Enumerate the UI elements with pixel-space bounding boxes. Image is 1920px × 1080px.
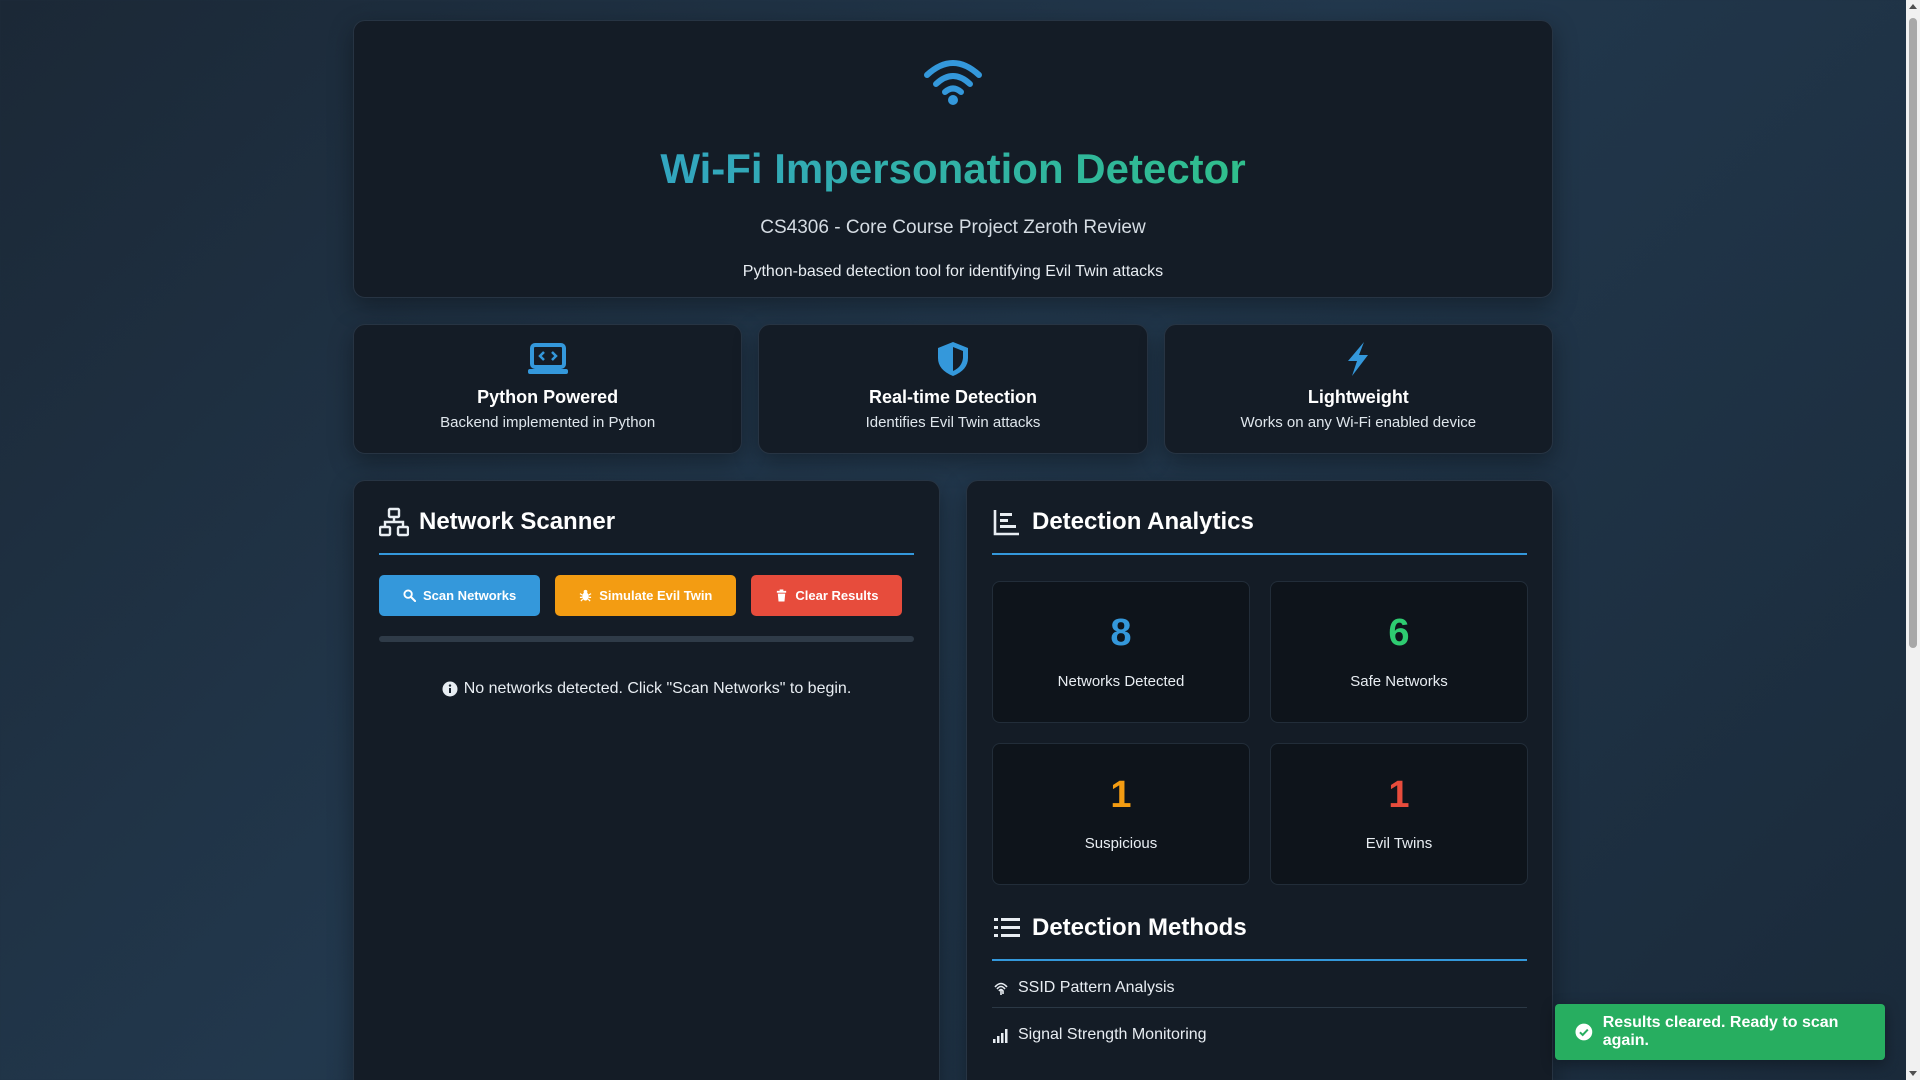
stat-label: Safe Networks [1350,673,1448,690]
bolt-icon [1348,342,1369,376]
empty-state: No networks detected. Click "Scan Networ… [379,680,914,698]
search-icon [403,589,416,602]
wifi-icon [924,60,982,105]
simulate-evil-twin-button[interactable]: Simulate Evil Twin [555,575,737,616]
check-circle-icon [1575,1023,1593,1041]
feature-card-realtime: Real-time Detection Identifies Evil Twin… [758,324,1148,454]
method-label: Signal Strength Monitoring [1018,1026,1207,1043]
page-description: Python-based detection tool for identify… [742,263,1164,280]
stat-label: Networks Detected [1057,673,1185,690]
clear-results-label: Clear Results [795,588,879,603]
methods-header: Detection Methods [992,913,1527,961]
scanner-header: Network Scanner [379,507,914,555]
scan-networks-button[interactable]: Scan Networks [379,575,541,616]
stat-value: 1 [1110,774,1132,816]
stat-value: 8 [1110,612,1132,654]
methods-title: Detection Methods [1032,914,1247,941]
app-container: Wi-Fi Impersonation Detector CS4306 - Co… [353,20,1553,1080]
chart-bar-icon [993,510,1019,536]
detection-analytics-panel: Detection Analytics 8 Networks Detected … [966,480,1553,1080]
stat-value: 1 [1388,774,1410,816]
clear-results-button[interactable]: Clear Results [751,575,903,616]
success-toast[interactable]: Results cleared. Ready to scan again. [1555,1004,1885,1060]
network-scanner-panel: Network Scanner Scan Networks Simulate E… [353,480,940,1080]
trash-icon [777,589,787,602]
feature-title: Lightweight [1307,387,1409,407]
feature-card-lightweight: Lightweight Works on any Wi-Fi enabled d… [1163,324,1553,454]
page-title: Wi-Fi Impersonation Detector [354,145,1552,193]
list-icon [994,918,1020,937]
signal-icon [993,1029,1008,1043]
info-circle-icon [442,681,458,697]
feature-card-python: Python Powered Backend implemented in Py… [353,324,743,454]
stat-safe-networks: 6 Safe Networks [1270,581,1528,723]
scan-networks-label: Scan Networks [423,588,517,603]
page-subtitle: CS4306 - Core Course Project Zeroth Revi… [760,217,1146,238]
stat-label: Evil Twins [1365,835,1433,852]
list-item: SSID Pattern Analysis [992,961,1527,1008]
stat-evil-twins: 1 Evil Twins [1270,743,1528,885]
feature-desc: Works on any Wi-Fi enabled device [1240,414,1477,431]
features-row: Python Powered Backend implemented in Py… [353,324,1553,454]
scanner-title: Network Scanner [419,508,616,535]
stat-label: Suspicious [1084,835,1158,852]
scroll-up-arrow[interactable] [1909,4,1917,9]
shield-icon [937,342,968,376]
method-label: SSID Pattern Analysis [1018,979,1175,996]
laptop-code-icon [527,343,568,374]
analytics-header: Detection Analytics [992,507,1527,555]
simulate-evil-twin-label: Simulate Evil Twin [599,588,713,603]
feature-desc: Backend implemented in Python [440,414,656,431]
bug-icon [579,589,592,602]
scroll-down-arrow[interactable] [1909,1071,1917,1076]
feature-desc: Identifies Evil Twin attacks [865,414,1041,431]
scroll-thumb[interactable] [1909,18,1917,648]
network-wired-icon [379,507,409,537]
stat-networks-detected: 8 Networks Detected [992,581,1250,723]
header-card: Wi-Fi Impersonation Detector CS4306 - Co… [353,20,1553,298]
scanner-actions: Scan Networks Simulate Evil Twin Clear R… [379,575,914,616]
page-scrollbar[interactable] [1906,0,1920,1080]
stat-value: 6 [1388,612,1410,654]
analytics-title: Detection Analytics [1032,508,1254,535]
scan-progress-bar [379,636,914,642]
feature-title: Python Powered [477,387,619,407]
empty-state-message: No networks detected. Click "Scan Networ… [463,680,852,697]
toast-message: Results cleared. Ready to scan again. [1602,1014,1839,1049]
list-item: Signal Strength Monitoring [992,1008,1527,1054]
methods-list: SSID Pattern Analysis Signal Strength Mo… [992,961,1527,1054]
stat-suspicious: 1 Suspicious [992,743,1250,885]
stats-grid: 8 Networks Detected 6 Safe Networks 1 Su… [992,581,1528,885]
feature-title: Real-time Detection [868,387,1038,407]
panels-row: Network Scanner Scan Networks Simulate E… [353,480,1553,1080]
fingerprint-icon [994,982,1008,995]
